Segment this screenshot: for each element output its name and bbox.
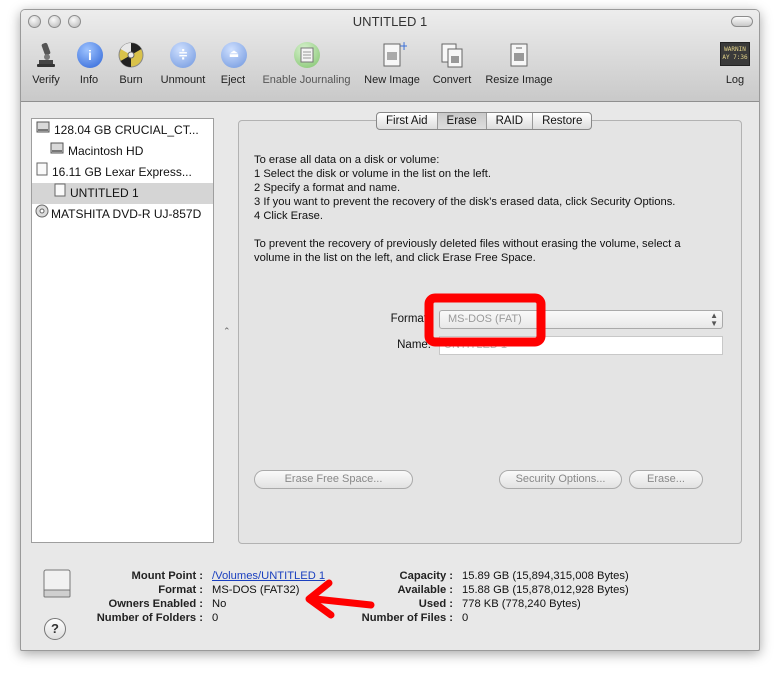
toolbar-toggle-button[interactable]	[731, 16, 753, 27]
volume-icon	[50, 141, 64, 162]
journaling-icon	[292, 40, 322, 70]
convert-button[interactable]: Convert	[430, 40, 474, 96]
mount-point-label: Mount Point :	[131, 570, 203, 582]
tab-raid[interactable]: RAID	[487, 113, 534, 129]
log-icon: WARNIN AY 7:36	[720, 40, 750, 70]
format-label: Format	[390, 313, 427, 325]
external-disk-icon	[36, 162, 48, 183]
info-button[interactable]: i Info	[75, 40, 103, 96]
info-icon: i	[75, 40, 105, 70]
disk-item-lexar[interactable]: 16.11 GB Lexar Express...	[32, 162, 213, 183]
svg-text:+: +	[399, 40, 407, 53]
burn-icon	[116, 40, 146, 70]
format-info-label: Format :	[158, 584, 203, 596]
number-of-folders-label: Number of Folders :	[96, 612, 203, 624]
capacity-value: 15.89 GB (15,894,315,008 Bytes)	[462, 570, 629, 582]
used-value: 778 KB (778,240 Bytes)	[462, 598, 581, 610]
resize-image-button[interactable]: Resize Image	[483, 40, 555, 96]
updown-arrows-icon: ▲ ▼	[710, 311, 718, 328]
erase-instructions: To erase all data on a disk or volume: 1…	[254, 154, 676, 222]
hard-disk-icon	[36, 120, 50, 141]
owners-enabled-label: Owners Enabled :	[108, 598, 204, 610]
tab-first-aid[interactable]: First Aid	[377, 113, 438, 129]
help-button[interactable]: ?	[44, 618, 66, 640]
erase-button[interactable]: Erase...	[629, 470, 703, 489]
number-of-files-value: 0	[462, 612, 469, 624]
format-info-value: MS-DOS (FAT32)	[212, 584, 300, 596]
convert-icon	[437, 40, 467, 70]
owners-enabled-value: No	[212, 598, 227, 610]
optical-drive-icon	[35, 204, 49, 225]
disk-list[interactable]: 128.04 GB CRUCIAL_CT... Macintosh HD 16.…	[31, 118, 214, 543]
log-button[interactable]: WARNIN AY 7:36 Log	[719, 40, 751, 96]
eject-icon: ⏏	[219, 40, 249, 70]
security-options-button[interactable]: Security Options...	[499, 470, 622, 489]
titlebar: UNTITLED 1 Verify i Info Burn ≑ Unmount …	[21, 10, 759, 102]
disk-item-crucial[interactable]: 128.04 GB CRUCIAL_CT...	[32, 120, 213, 141]
volume-item-macintosh-hd[interactable]: Macintosh HD	[32, 141, 213, 162]
new-image-icon: +	[377, 39, 409, 70]
microscope-icon	[31, 40, 61, 70]
volume-item-untitled-1[interactable]: UNTITLED 1	[32, 183, 213, 204]
window-title: UNTITLED 1	[352, 14, 428, 29]
external-volume-icon	[54, 183, 66, 204]
enable-journaling-button[interactable]: Enable Journaling	[259, 40, 354, 96]
number-of-folders-value: 0	[212, 612, 219, 624]
eject-button[interactable]: ⏏ Eject	[219, 40, 247, 96]
unmount-button[interactable]: ≑ Unmount	[157, 40, 209, 96]
annotation-arrow	[305, 579, 375, 619]
resize-image-icon	[504, 40, 534, 70]
disk-utility-window: UNTITLED 1 Verify i Info Burn ≑ Unmount …	[20, 9, 760, 651]
tab-bar: First Aid Erase RAID Restore	[376, 112, 593, 130]
burn-button[interactable]: Burn	[116, 40, 146, 96]
disk-item-dvd-drive[interactable]: MATSHITA DVD-R UJ-857D	[32, 204, 213, 225]
tab-erase[interactable]: Erase	[437, 113, 487, 129]
annotation-highlight-box	[424, 293, 546, 347]
splitter-handle[interactable]: ⌃	[223, 326, 231, 337]
unmount-icon: ≑	[168, 40, 198, 70]
new-image-button[interactable]: + New Image	[361, 39, 423, 96]
tab-restore[interactable]: Restore	[533, 113, 591, 129]
available-value: 15.88 GB (15,878,012,928 Bytes)	[462, 584, 629, 596]
erase-free-space-button[interactable]: Erase Free Space...	[254, 470, 413, 489]
verify-button[interactable]: Verify	[28, 40, 64, 96]
erase-free-space-instructions: To prevent the recovery of previously de…	[254, 238, 681, 264]
